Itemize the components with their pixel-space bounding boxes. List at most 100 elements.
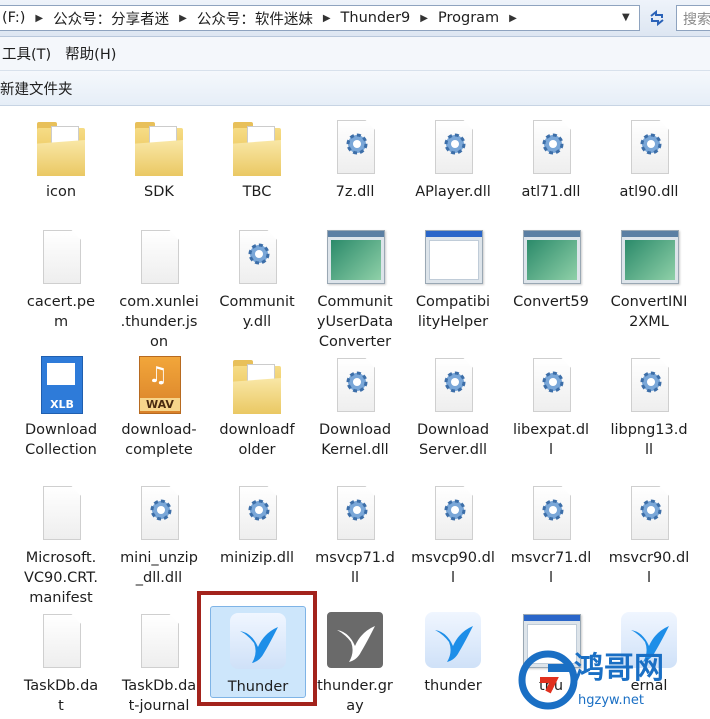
menu-tools[interactable]: 工具(T)	[0, 43, 59, 64]
file-item-icon-area[interactable]: msvcr71.dl l	[504, 478, 598, 588]
chevron-right-icon[interactable]: ▶	[323, 13, 331, 24]
file-item-label: TBC	[242, 184, 272, 200]
dll-icon	[617, 116, 681, 180]
file-item[interactable]: libpng13.d ll	[602, 350, 696, 460]
file-item-icon-area[interactable]: Microsoft. VC90.CRT. manifest	[14, 478, 108, 608]
file-item-label: Download Kernel.dll	[318, 422, 392, 458]
file-item-icon-area[interactable]: msvcp71.d ll	[308, 478, 402, 588]
file-item-icon-area[interactable]: XLB Download Collection	[14, 350, 108, 460]
file-item[interactable]: TBC	[210, 112, 304, 202]
file-item[interactable]: 7z.dll	[308, 112, 402, 202]
search-input[interactable]: 搜索	[676, 5, 710, 31]
file-item[interactable]: TaskDb.da t	[14, 606, 108, 716]
chevron-right-icon[interactable]: ▶	[35, 13, 43, 24]
svg-text:hgzyw.net: hgzyw.net	[578, 693, 644, 708]
file-item-icon-area[interactable]: ♫ WAV download-complete	[112, 350, 206, 460]
file-item[interactable]: msvcp71.d ll	[308, 478, 402, 588]
file-item[interactable]: atl71.dll	[504, 112, 598, 202]
file-item-icon-area[interactable]: SDK	[112, 112, 206, 202]
file-item-icon-area[interactable]: Download Server.dll	[406, 350, 500, 460]
file-item-label: Convert59	[513, 294, 589, 310]
file-item[interactable]: msvcp90.dl l	[406, 478, 500, 588]
file-item[interactable]: com.xunlei .thunder.js on	[112, 222, 206, 352]
breadcrumb-drive[interactable]: (F:)	[2, 10, 25, 26]
file-item-icon-area[interactable]: APlayer.dll	[406, 112, 500, 202]
file-item-icon-area[interactable]: atl90.dll	[602, 112, 696, 202]
file-icon	[29, 610, 93, 674]
file-item-icon-area[interactable]: minizip.dll	[210, 478, 304, 568]
file-item-icon-area[interactable]: libexpat.dl l	[504, 350, 598, 460]
file-item[interactable]: thunder.gr ay	[308, 606, 402, 716]
file-item-icon-area[interactable]: libpng13.d ll	[602, 350, 696, 460]
file-item-icon-area[interactable]: com.xunlei .thunder.js on	[112, 222, 206, 352]
file-item[interactable]: Microsoft. VC90.CRT. manifest	[14, 478, 108, 608]
breadcrumb-folder-3[interactable]: Thunder9	[341, 10, 411, 26]
file-item-label: msvcp71.d ll	[315, 550, 395, 586]
refresh-icon	[650, 9, 664, 27]
file-item[interactable]: XLB Download Collection	[14, 350, 108, 460]
file-item-label: Communit yUserData Converter	[316, 294, 394, 350]
file-item-icon-area[interactable]: msvcr90.dl l	[602, 478, 696, 588]
file-item-icon-area[interactable]: msvcp90.dl l	[406, 478, 500, 588]
file-item[interactable]: cacert.pe m	[14, 222, 108, 332]
file-item[interactable]: Download Server.dll	[406, 350, 500, 460]
breadcrumb-folder-2[interactable]: 公众号：软件迷妹	[197, 8, 313, 29]
menu-help[interactable]: 帮助(H)	[59, 43, 124, 64]
file-item[interactable]: Communit yUserData Converter	[308, 222, 402, 352]
dll-icon	[617, 482, 681, 546]
file-item[interactable]: TaskDb.da t-journal	[112, 606, 206, 716]
file-item[interactable]: libexpat.dl l	[504, 350, 598, 460]
file-item[interactable]: minizip.dll	[210, 478, 304, 568]
file-item-icon-area[interactable]: TBC	[210, 112, 304, 202]
file-item-icon-area[interactable]: downloadf older	[210, 350, 304, 460]
file-item[interactable]: msvcr71.dl l	[504, 478, 598, 588]
menu-bar: 工具(T) 帮助(H)	[0, 37, 710, 71]
file-item-icon-area[interactable]: thunder.gr ay	[308, 606, 402, 716]
file-item-icon-area[interactable]: Communit y.dll	[210, 222, 304, 332]
file-item[interactable]: APlayer.dll	[406, 112, 500, 202]
file-item-icon-area[interactable]: Communit yUserData Converter	[308, 222, 402, 352]
chevron-right-icon[interactable]: ▶	[420, 13, 428, 24]
file-item-label: msvcr71.dl l	[510, 550, 592, 586]
file-item-icon-area[interactable]: atl71.dll	[504, 112, 598, 202]
file-item-icon-area[interactable]: ConvertINI 2XML	[602, 222, 696, 332]
breadcrumb-folder-4[interactable]: Program	[438, 10, 499, 26]
file-item[interactable]: icon	[14, 112, 108, 202]
file-item-icon-area[interactable]: TaskDb.da t-journal	[112, 606, 206, 716]
dll-icon	[323, 354, 387, 418]
file-item[interactable]: atl90.dll	[602, 112, 696, 202]
file-item[interactable]: SDK	[112, 112, 206, 202]
file-item[interactable]: ♫ WAV download-complete	[112, 350, 206, 460]
file-item[interactable]: Compatibi lityHelper	[406, 222, 500, 332]
file-item[interactable]: ConvertINI 2XML	[602, 222, 696, 332]
file-item-icon-area[interactable]: TaskDb.da t	[14, 606, 108, 716]
address-dropdown-icon[interactable]: ▼	[622, 12, 630, 23]
file-item-icon-area[interactable]: Convert59	[504, 222, 598, 312]
chevron-right-icon[interactable]: ▶	[509, 13, 517, 24]
file-item[interactable]: mini_unzip _dll.dll	[112, 478, 206, 588]
file-item-label: atl71.dll	[521, 184, 581, 200]
file-item[interactable]: msvcr90.dl l	[602, 478, 696, 588]
file-item[interactable]: Communit y.dll	[210, 222, 304, 332]
dll-icon	[421, 482, 485, 546]
file-item-label: downloadf older	[219, 422, 295, 458]
file-item[interactable]: Download Kernel.dll	[308, 350, 402, 460]
new-folder-button[interactable]: 新建文件夹	[0, 78, 73, 99]
file-item-icon-area[interactable]: 7z.dll	[308, 112, 402, 202]
file-item-icon-area[interactable]: Download Kernel.dll	[308, 350, 402, 460]
file-item[interactable]: thunder	[406, 606, 500, 696]
file-item-label: Download Server.dll	[416, 422, 490, 458]
file-item[interactable]: downloadf older	[210, 350, 304, 460]
file-item-icon-area[interactable]: mini_unzip _dll.dll	[112, 478, 206, 588]
file-item-icon-area[interactable]: thunder	[406, 606, 500, 696]
address-box[interactable]: (F:) ▶ 公众号：分享者迷 ▶ 公众号：软件迷妹 ▶ Thunder9 ▶ …	[0, 5, 640, 31]
file-item-icon-area[interactable]: Compatibi lityHelper	[406, 222, 500, 332]
file-item-icon-area[interactable]: cacert.pe m	[14, 222, 108, 332]
file-item[interactable]: Convert59	[504, 222, 598, 312]
chevron-right-icon[interactable]: ▶	[179, 13, 187, 24]
file-item-icon-area[interactable]: icon	[14, 112, 108, 202]
refresh-button[interactable]	[646, 6, 668, 30]
file-item-label: cacert.pe m	[26, 294, 96, 330]
file-item-label: minizip.dll	[219, 550, 295, 566]
breadcrumb-folder-1[interactable]: 公众号：分享者迷	[53, 8, 169, 29]
